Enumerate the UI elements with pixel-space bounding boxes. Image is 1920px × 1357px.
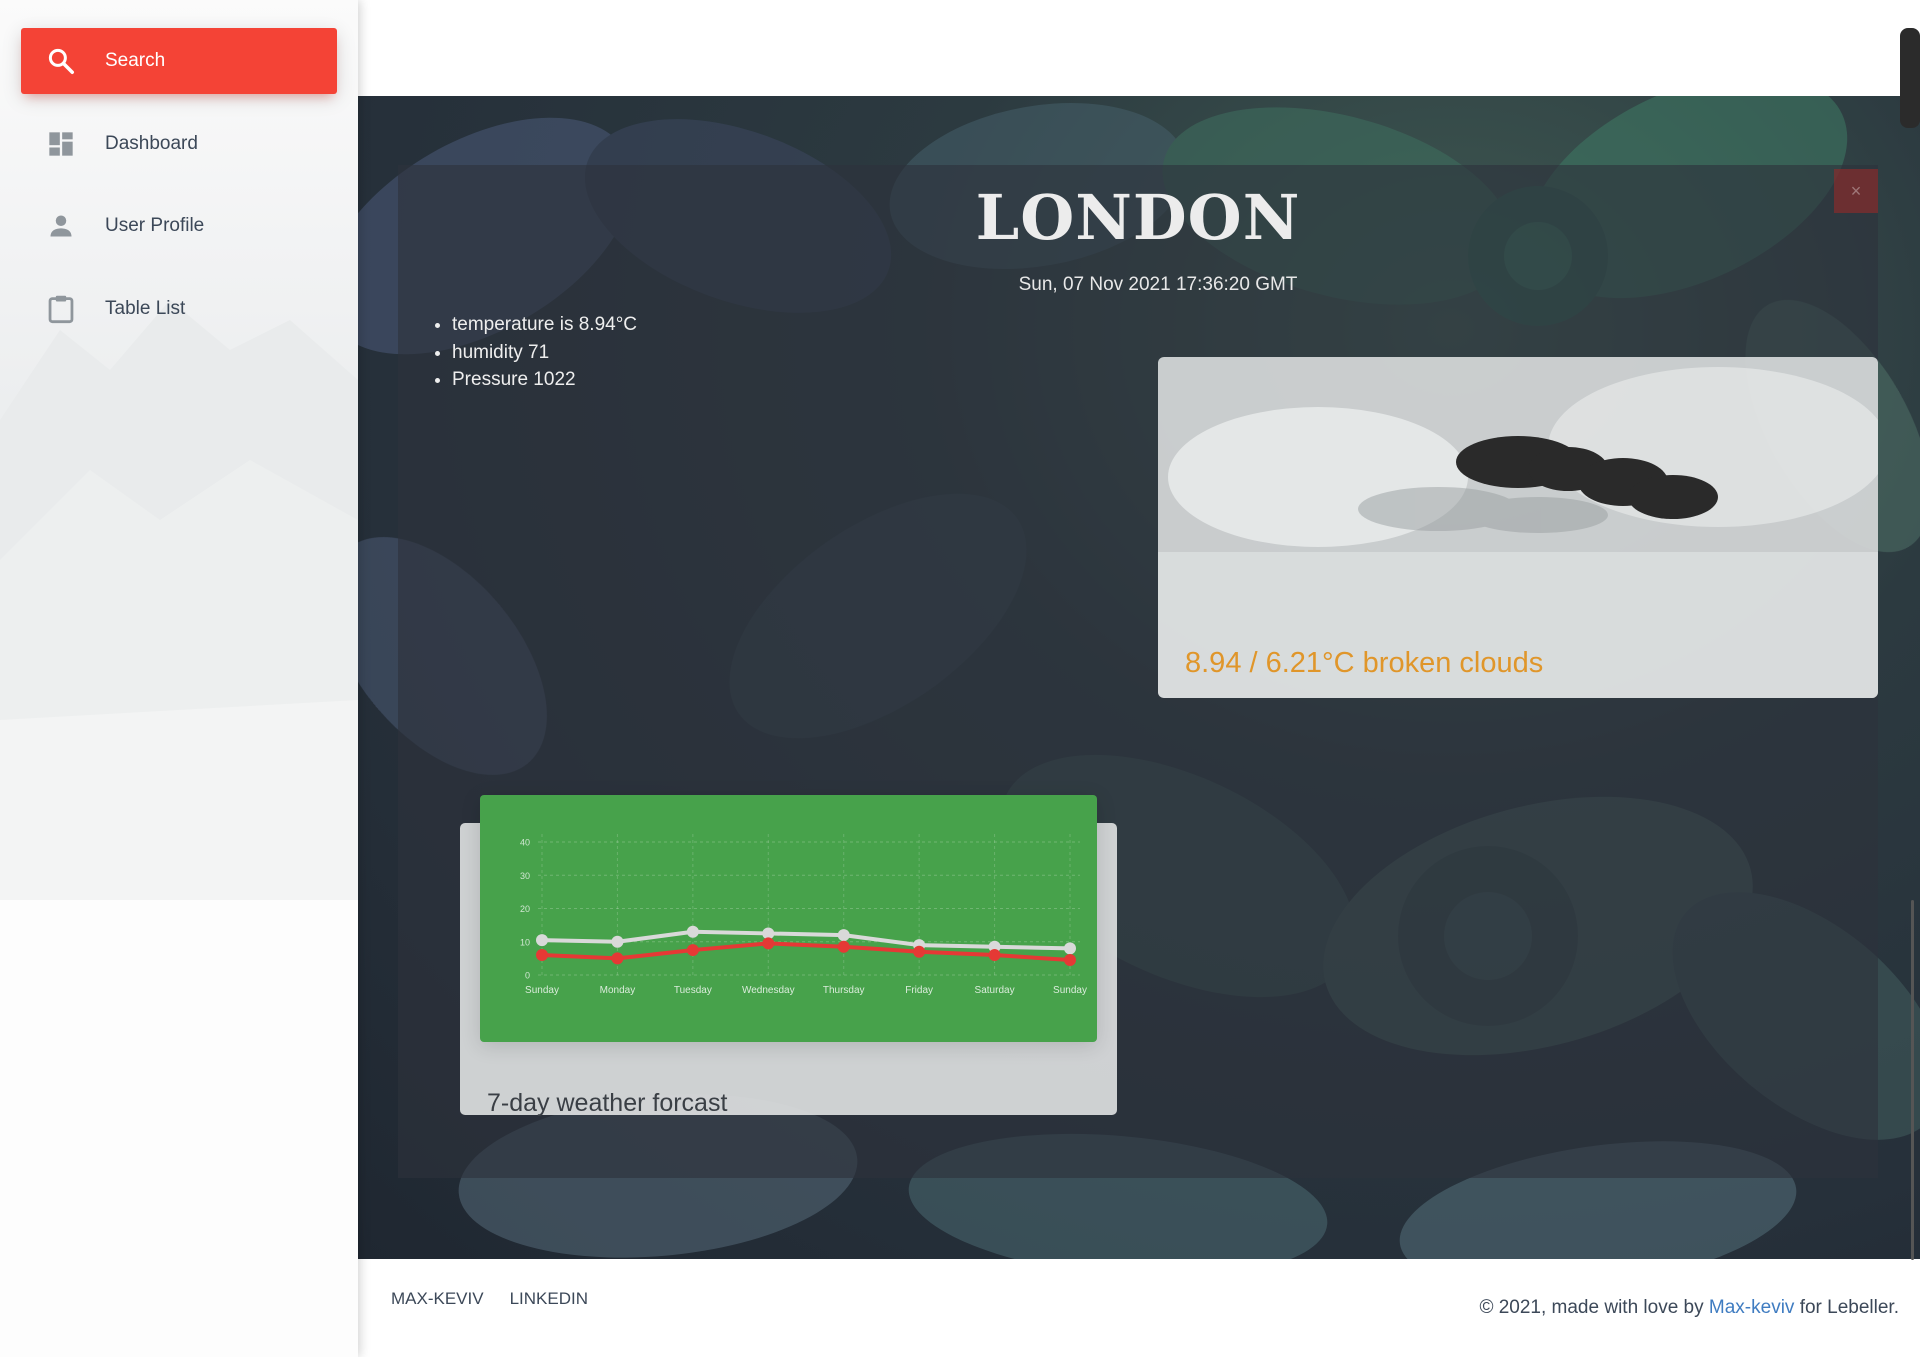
footer-link-linkedin[interactable]: LINKEDIN: [510, 1289, 588, 1309]
sidebar-item-dashboard[interactable]: Dashboard: [21, 111, 337, 177]
background-succulent-image: × LONDON Sun, 07 Nov 2021 17:36:20 GMT t…: [358, 96, 1920, 1259]
data-point: [686, 925, 699, 938]
data-point: [1064, 954, 1076, 967]
sidebar: Search Dashboard User Profile Table List: [0, 0, 358, 1357]
weather-stats-list: temperature is 8.94°C humidity 71 Pressu…: [434, 311, 637, 394]
sidebar-item-search[interactable]: Search: [21, 28, 337, 94]
sidebar-item-label: Search: [105, 50, 166, 71]
data-point: [1064, 942, 1076, 955]
scrollbar-thumb[interactable]: [1900, 28, 1920, 128]
data-point: [611, 935, 624, 948]
data-point: [611, 952, 624, 965]
temperature-stat: temperature is 8.94°C: [452, 311, 637, 339]
x-tick-label: Tuesday: [674, 985, 712, 996]
dashboard-icon: [45, 128, 77, 160]
x-tick-label: Sunday: [525, 985, 559, 996]
y-tick-label: 0: [525, 971, 530, 981]
current-weather-card: 8.94 / 6.21°C broken clouds: [1158, 357, 1878, 698]
y-tick-label: 10: [520, 937, 530, 947]
y-tick-label: 30: [520, 871, 530, 881]
x-tick-label: Friday: [905, 985, 933, 996]
datetime: Sun, 07 Nov 2021 17:36:20 GMT: [1018, 274, 1298, 295]
footer-link-max-keviv[interactable]: MAX-KEVIV: [391, 1289, 484, 1309]
copyright-prefix: © 2021, made with love by: [1479, 1297, 1709, 1318]
forecast-caption: 7-day weather forcast: [487, 1089, 728, 1117]
weather-summary: 8.94 / 6.21°C broken clouds: [1185, 647, 1544, 679]
copyright: © 2021, made with love by Max-keviv for …: [1479, 1297, 1899, 1319]
pressure-stat: Pressure 1022: [452, 366, 637, 394]
data-point: [913, 945, 926, 958]
x-tick-label: Saturday: [975, 985, 1015, 996]
x-tick-label: Thursday: [823, 985, 865, 996]
search-icon: [45, 45, 77, 77]
sidebar-item-user-profile[interactable]: User Profile: [21, 193, 337, 259]
footer: MAX-KEVIV LINKEDIN © 2021, made with lov…: [358, 1259, 1920, 1357]
data-point: [536, 949, 548, 962]
data-point: [988, 949, 1001, 962]
city-name: LONDON: [975, 181, 1301, 254]
x-tick-label: Sunday: [1053, 985, 1087, 996]
copyright-suffix: for Lebeller.: [1794, 1297, 1899, 1318]
sidebar-item-label: Table List: [105, 298, 186, 319]
humidity-stat: humidity 71: [452, 339, 637, 367]
y-tick-label: 40: [520, 838, 530, 848]
data-point: [762, 937, 775, 950]
sidebar-item-label: User Profile: [105, 215, 205, 236]
person-icon: [45, 210, 77, 242]
scrollbar-track[interactable]: [1911, 900, 1914, 1260]
author-link[interactable]: Max-keviv: [1709, 1297, 1795, 1318]
sidebar-item-table-list[interactable]: Table List: [21, 276, 337, 342]
data-point: [837, 940, 850, 953]
forecast-line-chart: 0 10 20 30 40 Sunday Monday Tuesday Wednesday Thu…: [520, 834, 1087, 996]
x-tick-label: Wednesday: [742, 985, 795, 996]
forecast-chart: 0 10 20 30 40 Sunday Monday Tuesday Wednesday Thu…: [480, 795, 1097, 1042]
sidebar-item-label: Dashboard: [105, 133, 198, 154]
data-point: [837, 929, 850, 942]
data-point: [686, 944, 699, 957]
weather-panel: × LONDON Sun, 07 Nov 2021 17:36:20 GMT t…: [398, 165, 1878, 1178]
data-point: [536, 934, 548, 947]
clipboard-icon: [45, 293, 77, 325]
y-tick-label: 20: [520, 904, 530, 914]
footer-links: MAX-KEVIV LINKEDIN: [391, 1289, 614, 1309]
x-tick-label: Monday: [600, 985, 636, 996]
